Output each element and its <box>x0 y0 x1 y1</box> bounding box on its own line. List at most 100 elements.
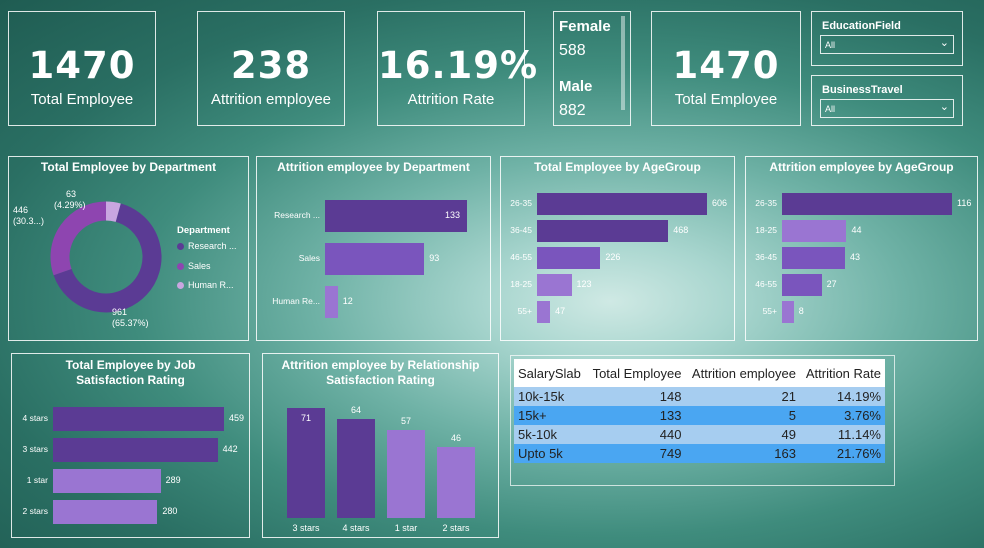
table-cell: 5 <box>685 406 800 425</box>
category-label: 2 stars <box>22 506 48 516</box>
table-row[interactable]: Upto 5k 749 163 21.76% <box>514 444 885 463</box>
data-bar[interactable] <box>537 247 601 269</box>
category-label: 46-55 <box>510 252 532 262</box>
kpi-label: Attrition employee <box>210 91 332 108</box>
table-row[interactable]: 15k+ 133 5 3.76% <box>514 406 885 425</box>
data-label: 43 <box>850 252 861 262</box>
female-value: 588 <box>559 42 586 59</box>
kpi-card-attrition-rate[interactable]: 16.19% Attrition Rate <box>377 11 539 126</box>
chart-relationship-satisfaction[interactable]: Attrition employee by Relationship Satis… <box>262 353 499 538</box>
donut-data-label: 961 <box>112 307 127 317</box>
chevron-down-icon[interactable]: ⌄ <box>940 36 949 49</box>
legend-item-research[interactable]: Research ... <box>177 241 237 251</box>
chart-total-employee-by-agegroup[interactable]: Total Employee by AgeGroup 26-35 606 36-45… <box>500 156 735 341</box>
chart-title: Total Employee by AgeGroup <box>534 160 701 174</box>
chart-job-satisfaction[interactable]: Total Employee by Job Satisfaction Ratin… <box>11 353 250 538</box>
kpi-label: Total Employee <box>30 91 134 108</box>
chart-attrition-by-department[interactable]: Attrition employee by Department Researc… <box>256 156 491 341</box>
table-cell: 10k-15k <box>514 387 587 406</box>
data-label: 442 <box>222 444 238 454</box>
data-bar[interactable] <box>337 418 375 518</box>
kpi-card-attrition-employee[interactable]: 238 Attrition employee <box>197 11 345 126</box>
category-label: 3 stars <box>292 523 320 533</box>
table-cell: 21 <box>685 387 800 406</box>
column-header[interactable]: Attrition Rate <box>799 359 885 387</box>
chart-attrition-by-agegroup[interactable]: Attrition employee by AgeGroup 26-35 116 1… <box>745 156 978 341</box>
column-header[interactable]: Attrition employee <box>685 359 800 387</box>
chart-title: Attrition employee by AgeGroup <box>769 160 954 174</box>
data-bar[interactable] <box>53 469 161 493</box>
chart-department-donut[interactable]: Total Employee by Department 961 (65.37%)… <box>8 156 249 341</box>
kpi-card-total-employee-2[interactable]: 1470 Total Employee <box>651 11 801 126</box>
table-cell: 749 <box>586 444 686 463</box>
data-label: 8 <box>798 306 804 316</box>
slicer-education-field[interactable]: EducationField All ⌄ <box>811 11 963 66</box>
category-label: 55+ <box>517 306 532 316</box>
category-label: 36-45 <box>510 225 532 235</box>
chart-title: Attrition employee by Department <box>277 160 470 174</box>
data-bar[interactable] <box>53 438 218 462</box>
data-bar[interactable] <box>537 301 551 323</box>
data-bar[interactable] <box>782 193 952 215</box>
data-bar[interactable] <box>782 220 847 242</box>
kpi-value: 16.19% <box>378 44 539 87</box>
education-field-dropdown[interactable]: All ⌄ <box>820 35 954 54</box>
category-label: 18-25 <box>510 279 532 289</box>
donut-slice[interactable] <box>105 201 121 222</box>
data-label: 606 <box>712 198 728 208</box>
column-header[interactable]: SalarySlab <box>514 359 587 387</box>
table-cell: 15k+ <box>514 406 587 425</box>
donut-slice[interactable] <box>50 201 107 276</box>
category-label: 4 stars <box>342 523 370 533</box>
business-travel-dropdown[interactable]: All ⌄ <box>820 99 954 118</box>
male-label: Male <box>559 78 593 95</box>
data-bar[interactable] <box>325 286 338 318</box>
column-header[interactable]: Total Employee <box>586 359 686 387</box>
donut-data-label: (30.3...) <box>13 216 44 226</box>
data-label: 123 <box>576 279 592 289</box>
data-bar[interactable] <box>782 301 794 323</box>
data-bar[interactable] <box>325 243 425 275</box>
data-bar[interactable] <box>53 500 158 524</box>
data-bar[interactable] <box>782 274 822 296</box>
data-label: 280 <box>162 506 178 516</box>
gender-card-scrollbar[interactable] <box>621 16 625 110</box>
category-label: Research ... <box>274 210 320 220</box>
chevron-down-icon[interactable]: ⌄ <box>940 100 949 113</box>
donut-data-label: 446 <box>13 205 28 215</box>
category-label: 36-45 <box>755 252 777 262</box>
data-label: 12 <box>342 296 353 306</box>
salary-slab-table: SalarySlab Total Employee Attrition empl… <box>514 359 885 463</box>
kpi-value: 1470 <box>672 44 780 87</box>
data-bar[interactable] <box>537 193 707 215</box>
table-cell: 148 <box>586 387 686 406</box>
slicer-business-travel[interactable]: BusinessTravel All ⌄ <box>811 75 963 126</box>
data-bar[interactable] <box>387 429 425 518</box>
table-row[interactable]: 10k-15k 148 21 14.19% <box>514 387 885 406</box>
table-cell: 5k-10k <box>514 425 587 444</box>
data-label: 47 <box>555 306 566 316</box>
data-bar[interactable] <box>53 407 224 431</box>
data-label: 57 <box>400 415 411 426</box>
data-bar[interactable] <box>537 220 669 242</box>
gender-card[interactable]: Female 588 Male 882 <box>553 11 631 126</box>
data-bar[interactable] <box>782 247 846 269</box>
donut-data-label: (65.37%) <box>112 318 149 328</box>
data-bar[interactable] <box>437 446 475 518</box>
data-bar[interactable] <box>287 408 325 518</box>
category-label: 18-25 <box>755 225 777 235</box>
legend-item-sales[interactable]: Sales <box>177 261 211 271</box>
legend-title: Department <box>177 225 230 236</box>
legend-item-human-resources[interactable]: Human R... <box>177 280 234 290</box>
table-cell: 133 <box>586 406 686 425</box>
slicer-value: All <box>825 104 836 114</box>
data-bar[interactable] <box>537 274 572 296</box>
kpi-label: Total Employee <box>674 91 778 108</box>
kpi-card-total-employee[interactable]: 1470 Total Employee <box>8 11 156 126</box>
table-row[interactable]: 5k-10k 440 49 11.14% <box>514 425 885 444</box>
table-header-row: SalarySlab Total Employee Attrition empl… <box>514 359 885 387</box>
table-cell: 11.14% <box>799 425 885 444</box>
slicer-value: All <box>825 40 836 50</box>
legend-label: Research ... <box>188 241 237 251</box>
category-label: 3 stars <box>22 444 48 454</box>
